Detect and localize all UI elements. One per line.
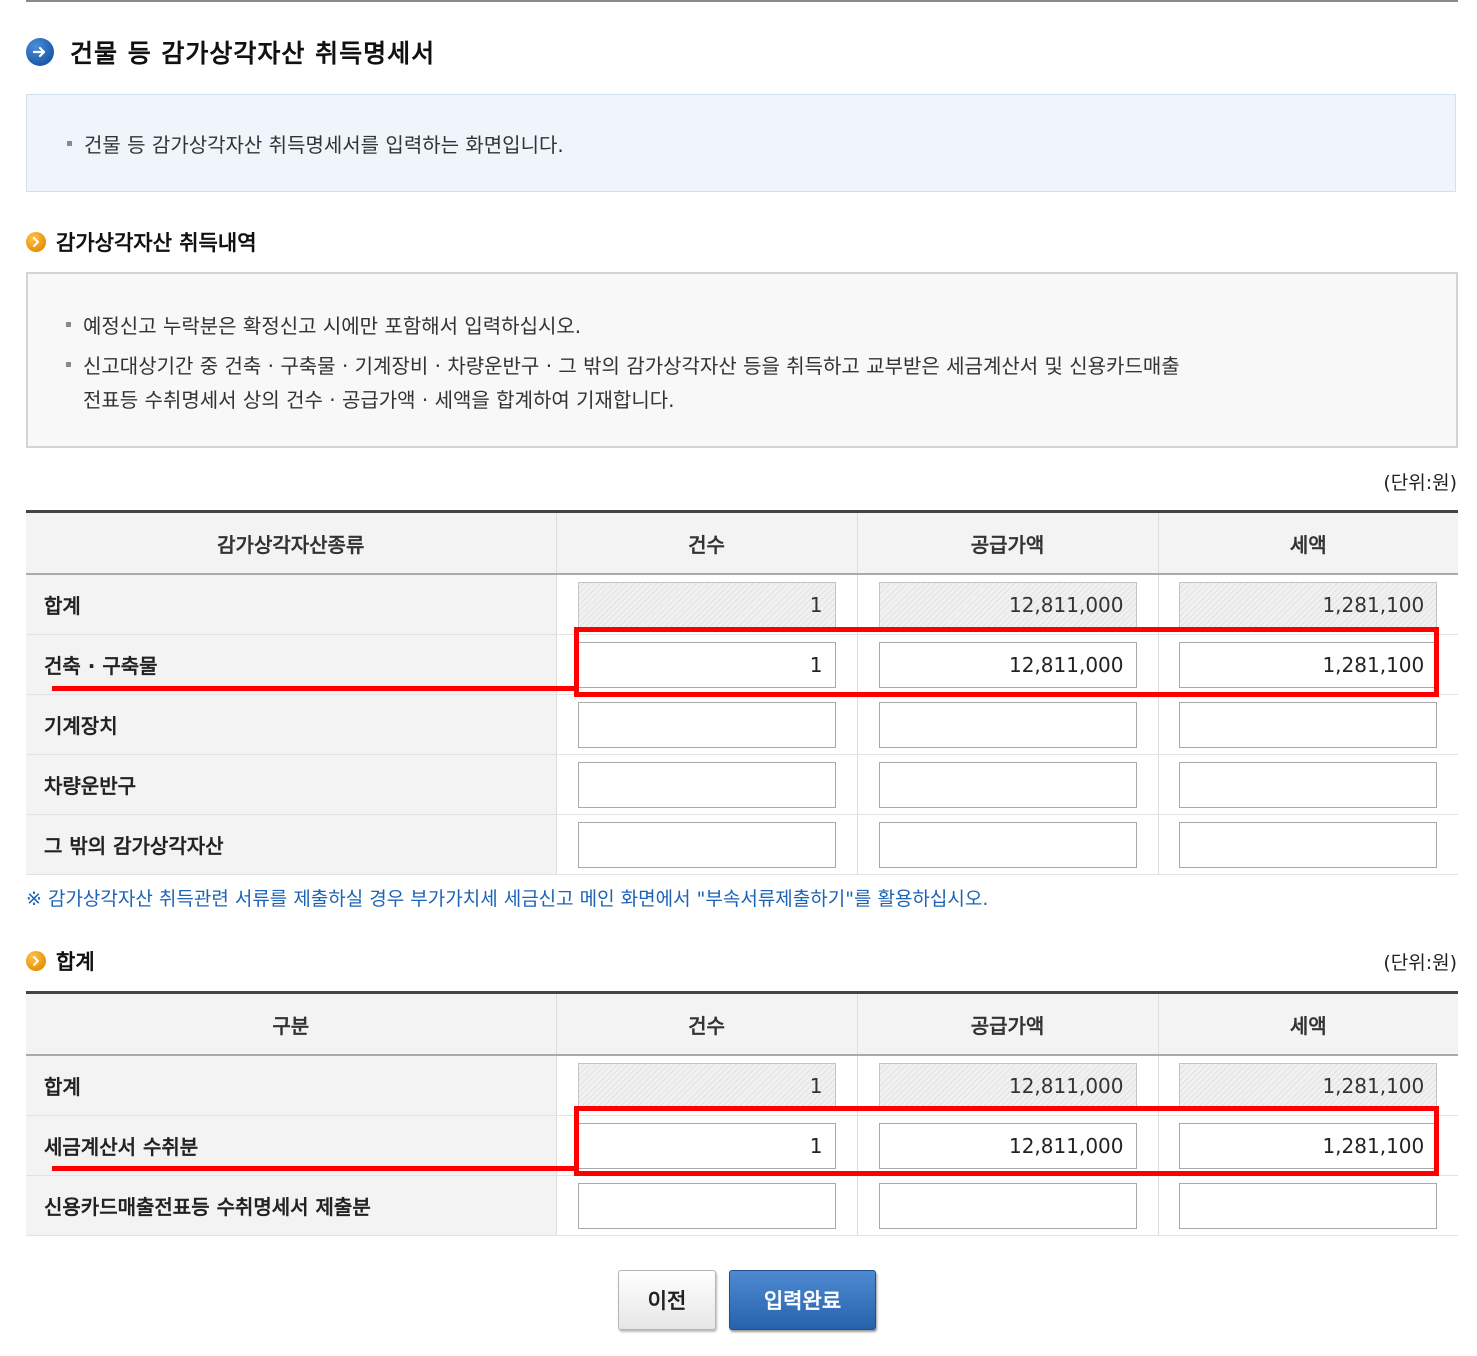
arrow-right-circle-icon (26, 38, 54, 66)
summary-total-tax-field: 1,281,100 (1179, 1062, 1438, 1109)
card-tax-input[interactable] (1179, 1182, 1438, 1229)
row-label: 그 밖의 감가상각자산 (26, 814, 556, 875)
bullet-icon (66, 322, 71, 327)
top-divider (26, 0, 1458, 2)
table-row: 건축 · 구축물 1 12,811,000 1,281,100 (26, 634, 1458, 695)
other-count-input[interactable] (577, 821, 836, 868)
chevron-right-circle-icon (26, 232, 46, 252)
table-row: 세금계산서 수취분 1 12,811,000 1,281,100 (26, 1115, 1458, 1176)
other-tax-input[interactable] (1179, 821, 1438, 868)
section1-header: 감가상각자산 취득내역 (26, 227, 257, 257)
notice-line-continued: 전표등 수취명세서 상의 건수 · 공급가액 · 세액을 합계하여 기재합니다. (83, 384, 675, 413)
unit-label: (단위:원) (1383, 952, 1457, 974)
vehicle-tax-input[interactable] (1179, 761, 1438, 808)
row-label: 합계 (26, 574, 556, 635)
bullet-icon (66, 362, 71, 367)
row-label: 합계 (26, 1055, 556, 1116)
other-supply-input[interactable] (878, 821, 1137, 868)
table-row: 합계 1 12,811,000 1,281,100 (26, 1055, 1458, 1116)
table-header-row: 구분 건수 공급가액 세액 (26, 991, 1458, 1056)
table-row: 합계 1 12,811,000 1,281,100 (26, 574, 1458, 635)
notice-box: 예정신고 누락분은 확정신고 시에만 포함해서 입력하십시오. 신고대상기간 중… (26, 272, 1458, 448)
total-supply-field: 12,811,000 (878, 581, 1137, 628)
column-header: 감가상각자산종류 (26, 510, 556, 575)
table-row: 차량운반구 (26, 754, 1458, 815)
summary-total-count-field: 1 (577, 1062, 836, 1109)
invoice-supply-input[interactable]: 12,811,000 (878, 1122, 1137, 1169)
building-count-input[interactable]: 1 (577, 641, 836, 688)
column-header: 공급가액 (856, 991, 1158, 1056)
notice-line: 예정신고 누락분은 확정신고 시에만 포함해서 입력하십시오. (66, 310, 581, 339)
vehicle-count-input[interactable] (577, 761, 836, 808)
row-label: 기계장치 (26, 694, 556, 755)
column-header: 공급가액 (856, 510, 1158, 575)
submit-button[interactable]: 입력완료 (729, 1270, 876, 1330)
summary-total-supply-field: 12,811,000 (878, 1062, 1137, 1109)
card-supply-input[interactable] (878, 1182, 1137, 1229)
section1-title: 감가상각자산 취득내역 (56, 231, 257, 255)
bullet-icon (67, 141, 72, 146)
acquisition-table: 감가상각자산종류 건수 공급가액 세액 합계 1 12,811,000 1,28… (26, 510, 1458, 875)
row-label: 차량운반구 (26, 754, 556, 815)
machinery-tax-input[interactable] (1179, 701, 1438, 748)
notice-text: 전표등 수취명세서 상의 건수 · 공급가액 · 세액을 합계하여 기재합니다. (83, 388, 675, 412)
notice-line: 신고대상기간 중 건축 · 구축물 · 기계장비 · 차량운반구 · 그 밖의 … (66, 350, 1180, 379)
table-row: 그 밖의 감가상각자산 (26, 814, 1458, 875)
page-header: 건물 등 감가상각자산 취득명세서 (26, 34, 435, 70)
row-label: 신용카드매출전표등 수취명세서 제출분 (26, 1175, 556, 1236)
column-header: 세액 (1157, 510, 1458, 575)
table-row: 신용카드매출전표등 수취명세서 제출분 (26, 1175, 1458, 1236)
description-line: 건물 등 감가상각자산 취득명세서를 입력하는 화면입니다. (67, 129, 564, 158)
column-header: 구분 (26, 991, 556, 1056)
total-count-field: 1 (577, 581, 836, 628)
table-header-row: 감가상각자산종류 건수 공급가액 세액 (26, 510, 1458, 575)
column-header: 건수 (555, 510, 857, 575)
building-tax-input[interactable]: 1,281,100 (1179, 641, 1438, 688)
machinery-count-input[interactable] (577, 701, 836, 748)
column-header: 건수 (555, 991, 857, 1056)
invoice-tax-input[interactable]: 1,281,100 (1179, 1122, 1438, 1169)
notice-text: 예정신고 누락분은 확정신고 시에만 포함해서 입력하십시오. (83, 314, 582, 338)
description-box: 건물 등 감가상각자산 취득명세서를 입력하는 화면입니다. (26, 94, 1456, 192)
row-label: 건축 · 구축물 (26, 634, 556, 695)
invoice-count-input[interactable]: 1 (577, 1122, 836, 1169)
prev-button[interactable]: 이전 (618, 1270, 716, 1330)
footnote: ※ 감가상각자산 취득관련 서류를 제출하실 경우 부가가치세 세금신고 메인 … (26, 888, 989, 910)
summary-table: 구분 건수 공급가액 세액 합계 1 12,811,000 1,281,100 … (26, 991, 1458, 1236)
building-supply-input[interactable]: 12,811,000 (878, 641, 1137, 688)
unit-label: (단위:원) (1383, 472, 1457, 494)
row-label: 세금계산서 수취분 (26, 1115, 556, 1176)
page-title: 건물 등 감가상각자산 취득명세서 (70, 39, 436, 68)
table-row: 기계장치 (26, 694, 1458, 755)
section2-header: 합계 (26, 946, 95, 976)
total-tax-field: 1,281,100 (1179, 581, 1438, 628)
description-text: 건물 등 감가상각자산 취득명세서를 입력하는 화면입니다. (84, 133, 564, 157)
section2-title: 합계 (56, 950, 95, 974)
card-count-input[interactable] (577, 1182, 836, 1229)
chevron-right-circle-icon (26, 951, 46, 971)
machinery-supply-input[interactable] (878, 701, 1137, 748)
column-header: 세액 (1157, 991, 1458, 1056)
vehicle-supply-input[interactable] (878, 761, 1137, 808)
notice-text: 신고대상기간 중 건축 · 구축물 · 기계장비 · 차량운반구 · 그 밖의 … (83, 354, 1180, 378)
